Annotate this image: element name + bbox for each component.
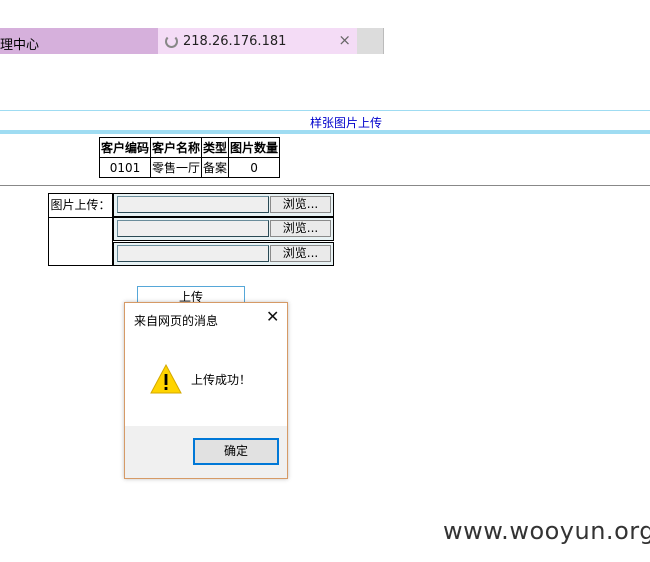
tab-label: 理中心 xyxy=(0,38,40,53)
cell-type: 备案 xyxy=(201,157,230,178)
browse-button[interactable]: 浏览... xyxy=(270,245,331,262)
dialog-footer: 确定 xyxy=(125,426,287,478)
dialog-close-icon[interactable]: ✕ xyxy=(266,307,279,326)
upload-label: 图片上传： xyxy=(49,194,112,218)
cell-customer-code: 0101 xyxy=(98,157,152,178)
cell-image-count: 0 xyxy=(228,157,281,178)
new-tab-button[interactable] xyxy=(357,28,384,54)
dialog-message: 上传成功！ xyxy=(191,373,252,387)
file-path-input[interactable] xyxy=(117,245,269,262)
header-customer-code: 客户编码 xyxy=(98,137,152,158)
page-title: 样张图片上传 xyxy=(309,116,382,130)
tab-label: 218.26.176.181 xyxy=(183,34,287,49)
dialog-title: 来自网页的消息 xyxy=(134,314,219,328)
cell-customer-name: 零售一厅 xyxy=(150,157,203,178)
tab-management-center[interactable]: 理中心 xyxy=(0,28,158,54)
customer-info-table: 客户编码 客户名称 类型 图片数量 0101 零售一厅 备案 0 xyxy=(98,137,281,178)
table-header-row: 客户编码 客户名称 类型 图片数量 xyxy=(98,137,281,158)
alert-dialog: 来自网页的消息 ✕ 上传成功！ 确定 xyxy=(124,302,288,479)
tab-loading-page[interactable]: 218.26.176.181 × xyxy=(158,28,357,54)
file-upload-row-2: 浏览... xyxy=(113,217,334,241)
file-path-input[interactable] xyxy=(117,220,269,237)
divider xyxy=(0,110,650,111)
divider xyxy=(0,130,650,134)
loading-spinner-icon xyxy=(165,35,178,48)
warning-icon xyxy=(150,364,182,394)
header-type: 类型 xyxy=(201,137,230,158)
ok-button[interactable]: 确定 xyxy=(193,438,279,465)
tab-close-icon[interactable]: × xyxy=(338,31,351,49)
file-upload-row-3: 浏览... xyxy=(113,242,334,266)
divider xyxy=(0,185,650,186)
table-row: 0101 零售一厅 备案 0 xyxy=(98,157,281,178)
header-image-count: 图片数量 xyxy=(228,137,281,158)
browse-button[interactable]: 浏览... xyxy=(270,220,331,237)
upload-label-cell: 图片上传： xyxy=(48,193,113,266)
header-customer-name: 客户名称 xyxy=(150,137,203,158)
file-path-input[interactable] xyxy=(117,196,269,213)
file-upload-row-1: 浏览... xyxy=(113,193,334,217)
browse-button[interactable]: 浏览... xyxy=(270,196,331,213)
watermark: www.wooyun.org xyxy=(443,517,650,545)
